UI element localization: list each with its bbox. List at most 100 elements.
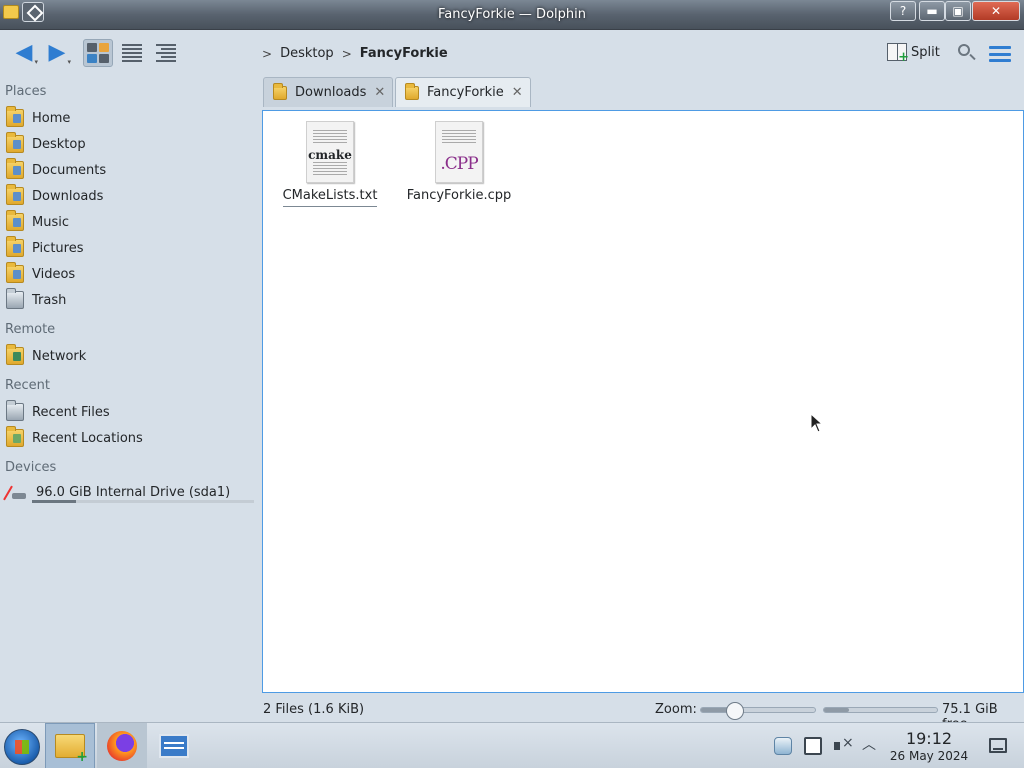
sidebar-item-downloads[interactable]: Downloads [6,184,254,208]
sidebar-item-label: Home [32,110,71,126]
sidebar-item-label: Desktop [32,136,86,152]
chevron-right-icon: > [341,46,352,61]
icons-view-button[interactable] [83,39,113,67]
chevron-right-icon: > [262,46,273,61]
cmake-file-icon: cmake [306,121,354,183]
desktop-icon [6,132,24,153]
start-menu-button[interactable] [4,729,40,765]
volume-muted-icon[interactable] [834,735,854,755]
pictures-folder-icon [6,236,24,257]
close-tab-icon[interactable]: ✕ [374,85,385,100]
show-desktop-icon[interactable] [989,738,1007,753]
sidebar-item-label: Recent Locations [32,430,143,446]
tab-label: FancyForkie [427,85,504,100]
tab-fancyforkie[interactable]: FancyForkie ✕ [395,77,531,107]
clock[interactable]: 19:12 26 May 2024 [886,730,972,764]
status-summary: 2 Files (1.6 KiB) [263,702,365,717]
close-button[interactable]: ✕ [972,1,1020,21]
compact-view-button[interactable] [117,39,147,67]
status-bar: 2 Files (1.6 KiB) Zoom: 75.1 GiB free [0,696,1024,732]
clock-time: 19:12 [905,729,953,748]
recent-files-icon [6,400,24,421]
sidebar-item-pictures[interactable]: Pictures [6,236,254,260]
sidebar-item-music[interactable]: Music [6,210,254,234]
zoom-slider[interactable] [700,702,816,720]
videos-folder-icon [6,262,24,283]
details-view-button[interactable] [151,39,181,67]
firefox-icon [107,731,137,761]
documents-folder-icon [6,158,24,179]
music-folder-icon [6,210,24,231]
vault-icon[interactable] [774,737,792,755]
back-button[interactable]: ◀ ▾ [9,39,39,67]
hamburger-menu-button[interactable] [989,46,1011,62]
sidebar-item-recent-files[interactable]: Recent Files [6,400,254,424]
sidebar-item-network[interactable]: Network [6,344,254,368]
sidebar-item-trash[interactable]: Trash [6,288,254,312]
sidebar-item-label: Music [32,214,69,230]
sidebar-item-desktop[interactable]: Desktop [6,132,254,156]
sidebar-item-label: Videos [32,266,76,282]
sidebar-item-label: Downloads [32,188,104,204]
search-button[interactable] [955,42,979,66]
sidebar-item-home[interactable]: Home [6,106,254,130]
sidebar-item-label: 96.0 GiB Internal Drive (sda1) [36,484,231,500]
recent-locations-icon [6,426,24,447]
title-bar: FancyForkie — Dolphin ? ▬ ▣ ✕ [0,0,1024,30]
section-places: Places [5,84,47,99]
sidebar-item-documents[interactable]: Documents [6,158,254,182]
file-view[interactable]: cmake CMakeLists.txt .CPP FancyForkie.cp… [262,110,1024,693]
breadcrumb-desktop[interactable]: Desktop [280,46,334,61]
clock-date: 26 May 2024 [889,749,969,763]
drive-usage-bar [32,500,254,503]
sidebar-item-label: Pictures [32,240,84,256]
network-folder-icon [6,344,24,365]
window-title: FancyForkie — Dolphin [438,7,586,22]
maximize-button[interactable]: ▣ [945,1,971,21]
split-button[interactable]: Split [887,43,940,65]
toolbar: ◀▾ ▶▾ > Desktop > FancyForkie Split [0,30,1024,76]
section-recent: Recent [5,378,50,393]
section-remote: Remote [5,322,56,337]
trash-icon [6,288,24,309]
forward-button[interactable]: ▶ ▾ [42,39,72,67]
task-dolphin[interactable] [45,723,95,768]
file-item[interactable]: cmake CMakeLists.txt [270,121,390,207]
hard-drive-icon [6,483,28,501]
help-button[interactable]: ? [890,1,916,21]
search-icon [958,44,970,56]
split-view-icon [887,43,909,65]
task-system-monitor[interactable] [149,723,199,768]
clipboard-icon[interactable] [804,737,822,755]
folder-icon [273,82,287,100]
task-firefox[interactable] [97,723,147,768]
section-devices: Devices [5,460,57,475]
icons-view-icon [87,43,109,63]
zoom-slider-handle[interactable] [726,702,745,720]
compact-view-icon [122,44,142,62]
close-tab-icon[interactable]: ✕ [512,85,523,100]
details-view-icon [156,44,176,62]
chevron-up-icon[interactable]: ︿ [862,737,880,755]
dolphin-folder-icon [55,734,88,765]
breadcrumb-current[interactable]: FancyForkie [360,46,448,61]
folder-icon [405,82,419,100]
places-panel: Places Home Desktop Documents Downloads … [0,80,258,720]
free-space-bar [823,707,938,713]
tab-downloads[interactable]: Downloads ✕ [263,77,393,107]
split-label: Split [911,44,940,60]
minimize-button[interactable]: ▬ [919,1,945,21]
file-item[interactable]: .CPP FancyForkie.cpp [399,121,519,206]
tab-label: Downloads [295,85,367,100]
sidebar-item-label: Recent Files [32,404,110,420]
file-name: FancyForkie.cpp [406,188,512,203]
zoom-label: Zoom: [655,702,697,717]
forward-arrow-icon: ▶ [48,40,66,65]
home-folder-icon [6,106,24,127]
sidebar-item-label: Network [32,348,87,364]
sidebar-item-recent-locations[interactable]: Recent Locations [6,426,254,450]
sidebar-item-videos[interactable]: Videos [6,262,254,286]
file-name: CMakeLists.txt [282,188,378,207]
back-arrow-icon: ◀ [15,40,33,65]
cpp-file-icon: .CPP [435,121,483,183]
